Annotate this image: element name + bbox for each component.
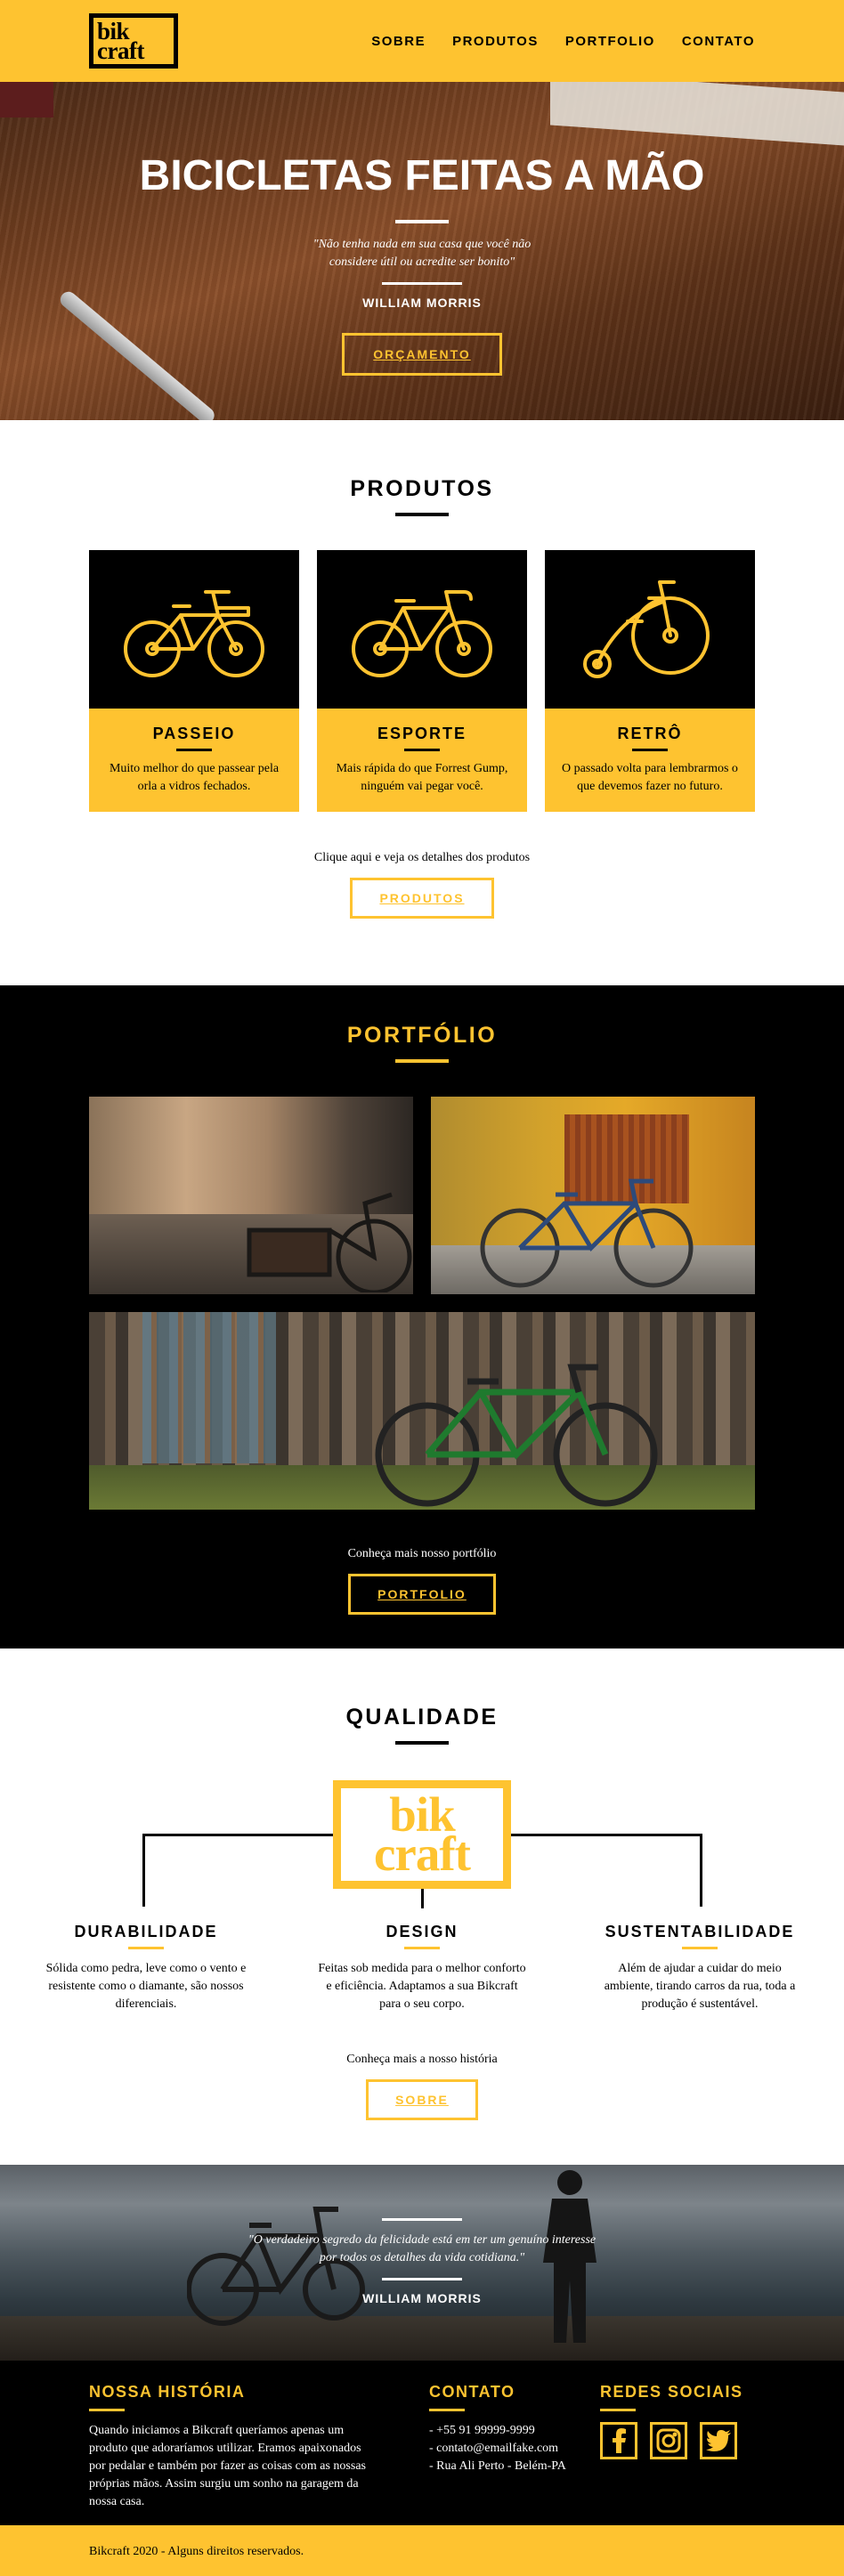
- connector-left-h: [142, 1834, 333, 1836]
- portfolio-button[interactable]: PORTFOLIO: [348, 1574, 496, 1615]
- product-desc: O passado volta para lembrarmos o que de…: [562, 762, 738, 793]
- portfolio-title: PORTFÓLIO: [346, 1023, 498, 1048]
- footer-redes: REDES SOCIAIS: [600, 2383, 743, 2511]
- product-divider: [404, 749, 440, 751]
- quote-author: WILLIAM MORRIS: [362, 2291, 482, 2305]
- quality-divider: [128, 1947, 164, 1949]
- nav-portfolio[interactable]: PORTFOLIO: [565, 34, 655, 49]
- hero-author: WILLIAM MORRIS: [362, 296, 482, 310]
- facebook-icon[interactable]: [600, 2422, 637, 2459]
- product-divider: [176, 749, 212, 751]
- footer-contato-title: CONTATO: [429, 2383, 515, 2401]
- product-desc: Mais rápida do que Forrest Gump, ninguém…: [336, 762, 508, 793]
- site-footer: NOSSA HISTÓRIA Quando iniciamos a Bikcra…: [0, 2361, 844, 2525]
- orcamento-button[interactable]: ORÇAMENTO: [342, 333, 502, 376]
- nav-contato[interactable]: CONTATO: [682, 34, 755, 49]
- site-header: bik craft SOBRE PRODUTOS PORTFOLIO CONTA…: [0, 0, 844, 82]
- footer-historia-text: Quando iniciamos a Bikcraft queríamos ap…: [89, 2424, 366, 2508]
- footer-redes-title: REDES SOCIAIS: [600, 2383, 743, 2401]
- retro-bike-icon: [583, 580, 710, 678]
- hero-divider: [395, 220, 449, 223]
- bike-silhouette: [480, 1179, 694, 1288]
- qualidade-cta-text: Conheça mais a nosso história: [346, 2053, 498, 2066]
- quote-divider-top: [382, 2218, 462, 2221]
- quote-divider: [382, 2278, 462, 2280]
- quote-text: "O verdadeiro segredo da felicidade está…: [248, 2233, 596, 2264]
- portfolio-photo-wall[interactable]: [431, 1097, 755, 1294]
- footer-divider: [429, 2409, 465, 2411]
- product-name: PASSEIO: [152, 725, 236, 742]
- produtos-divider: [395, 513, 449, 516]
- copyright-bar: Bikcraft 2020 - Alguns direitos reservad…: [0, 2525, 844, 2576]
- quality-desc: Além de ajudar a cuidar do meio ambiente…: [604, 1962, 796, 2011]
- contact-email[interactable]: - contato@emailfake.com: [429, 2440, 600, 2458]
- nav-produtos[interactable]: PRODUTOS: [452, 34, 539, 49]
- qualidade-section: QUALIDADE bik craft DURABILIDADE Sólida …: [0, 1648, 844, 2165]
- produtos-button[interactable]: PRODUTOS: [350, 878, 494, 919]
- hero-section: BICICLETAS FEITAS A MÃO "Não tenha nada …: [0, 82, 844, 420]
- quality-desc: Sólida como pedra, leve como o vento e r…: [45, 1962, 247, 2011]
- footer-historia: NOSSA HISTÓRIA Quando iniciamos a Bikcra…: [89, 2383, 429, 2511]
- main-nav: SOBRE PRODUTOS PORTFOLIO CONTATO: [371, 34, 755, 49]
- quality-item-design: DESIGN Feitas sob medida para o melhor c…: [315, 1923, 529, 2013]
- hero-quote: "Não tenha nada em sua casa que você não…: [312, 238, 532, 269]
- product-name: RETRÔ: [617, 725, 683, 742]
- product-card-retro[interactable]: RETRÔ O passado volta para lembrarmos o …: [545, 550, 755, 812]
- portfolio-divider: [395, 1059, 449, 1063]
- contact-phone[interactable]: - +55 91 99999-9999: [429, 2422, 600, 2440]
- connector-right-h: [511, 1834, 702, 1836]
- contact-address: - Rua Ali Perto - Belém-PA: [429, 2459, 566, 2473]
- sport-bike-icon: [352, 590, 492, 677]
- connector-right-v: [700, 1834, 702, 1907]
- nav-sobre[interactable]: SOBRE: [371, 34, 426, 49]
- logo-line-2: craft: [97, 37, 144, 64]
- portfolio-cta-text: Conheça mais nosso portfólio: [347, 1547, 497, 1560]
- quality-item-durabilidade: DURABILIDADE Sólida como pedra, leve com…: [39, 1923, 253, 2013]
- footer-divider: [600, 2409, 636, 2411]
- connector-left-v: [142, 1834, 145, 1907]
- quote-section: "O verdadeiro segredo da felicidade está…: [0, 2165, 844, 2361]
- hero-title: BICICLETAS FEITAS A MÃO: [139, 152, 705, 199]
- copyright-text: Bikcraft 2020 - Alguns direitos reservad…: [89, 2545, 304, 2558]
- footer-divider: [89, 2409, 125, 2411]
- quality-name: DESIGN: [385, 1923, 459, 1940]
- qualidade-divider: [395, 1741, 449, 1745]
- quality-divider: [682, 1947, 718, 1949]
- quality-item-sustentabilidade: SUSTENTABILIDADE Além de ajudar a cuidar…: [593, 1923, 807, 2013]
- logo[interactable]: bik craft: [89, 13, 178, 69]
- instagram-icon[interactable]: [650, 2422, 687, 2459]
- produtos-section: PRODUTOS PASSEIO Muito melhor do que pas…: [0, 420, 844, 985]
- bike-silhouette: [375, 1364, 658, 1507]
- quality-divider: [404, 1947, 440, 1949]
- produtos-cta-text: Clique aqui e veja os detalhes dos produ…: [313, 851, 531, 864]
- big-logo-line-2: craft: [374, 1827, 471, 1881]
- product-name: ESPORTE: [377, 725, 467, 742]
- connector-center-v: [421, 1889, 424, 1908]
- quality-name: SUSTENTABILIDADE: [605, 1923, 795, 1940]
- bikcraft-big-logo: bik craft: [333, 1780, 511, 1889]
- bike-silhouette: [247, 1192, 412, 1292]
- portfolio-photo-street[interactable]: [89, 1097, 413, 1294]
- portfolio-section: PORTFÓLIO Conheça mais nosso portfólio P…: [0, 985, 844, 1648]
- hero-divider-2: [382, 282, 462, 285]
- product-divider: [632, 749, 668, 751]
- produtos-title: PRODUTOS: [350, 476, 494, 501]
- quality-name: DURABILIDADE: [74, 1923, 218, 1940]
- product-card-passeio[interactable]: PASSEIO Muito melhor do que passear pela…: [89, 550, 299, 812]
- twitter-icon[interactable]: [700, 2422, 737, 2459]
- sobre-button[interactable]: SOBRE: [366, 2079, 478, 2120]
- footer-historia-title: NOSSA HISTÓRIA: [89, 2383, 246, 2401]
- city-bike-icon: [124, 590, 264, 677]
- product-desc: Muito melhor do que passear pela orla a …: [109, 762, 280, 793]
- portfolio-photo-fence[interactable]: [89, 1312, 755, 1510]
- qualidade-title: QUALIDADE: [345, 1705, 499, 1729]
- product-card-esporte[interactable]: ESPORTE Mais rápida do que Forrest Gump,…: [317, 550, 527, 812]
- quality-desc: Feitas sob medida para o melhor conforto…: [318, 1962, 526, 2011]
- footer-contato: CONTATO - +55 91 99999-9999 - contato@em…: [429, 2383, 600, 2511]
